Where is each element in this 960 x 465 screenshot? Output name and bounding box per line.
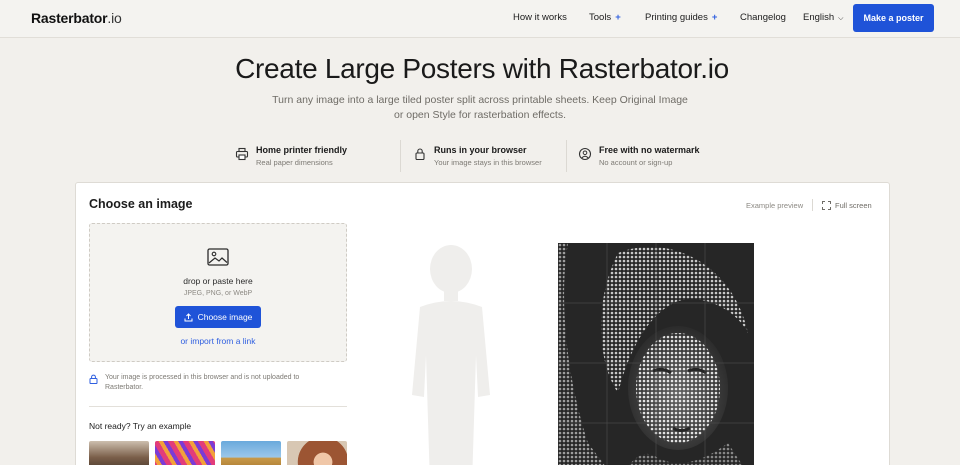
example-thumb-portrait[interactable]	[287, 441, 347, 465]
fullscreen-icon	[822, 200, 831, 210]
choose-image-button[interactable]: Choose image	[175, 306, 261, 328]
nav-tools[interactable]: Tools +	[589, 12, 621, 23]
page-subtitle: Turn any image into a large tiled poster…	[272, 94, 688, 121]
feature-title: Home printer friendly	[256, 145, 348, 155]
feature-title: Free with no watermark	[599, 145, 700, 155]
feature-subtitle: No account or sign-up	[599, 158, 673, 167]
nav-label: Printing guides	[645, 12, 708, 23]
nav-changelog[interactable]: Changelog	[740, 12, 786, 23]
feature-divider	[400, 140, 401, 172]
chevron-down-icon: ⌵	[838, 15, 844, 22]
nav-how-it-works[interactable]: How it works	[513, 12, 567, 23]
person-silhouette	[412, 245, 490, 465]
badge-icon	[578, 147, 592, 161]
language-select[interactable]: English ⌵	[803, 12, 843, 23]
page-title: Create Large Posters with Rasterbator.io	[235, 53, 729, 84]
language-label: English	[803, 12, 835, 23]
full-screen-label: Full screen	[835, 200, 872, 210]
nav-label: Changelog	[740, 12, 786, 23]
printer-icon	[235, 147, 249, 161]
import-from-link[interactable]: or import from a link	[90, 336, 346, 346]
card-title: Choose an image	[89, 197, 193, 211]
drop-zone-title: drop or paste here	[183, 276, 253, 286]
logo-name: Rasterbator	[31, 10, 108, 26]
preview-divider	[812, 199, 813, 211]
example-thumb-colorful-pattern[interactable]	[155, 441, 215, 465]
feature-subtitle: Your image stays in this browser	[434, 158, 542, 167]
browser-lock-icon	[415, 148, 425, 161]
lock-icon	[89, 374, 98, 384]
logo[interactable]: Rasterbator.io	[31, 10, 122, 26]
choose-image-label: Choose image	[197, 312, 253, 322]
image-icon	[207, 248, 229, 266]
feature-title: Runs in your browser	[434, 145, 527, 155]
logo-tld: .io	[107, 10, 122, 26]
example-preview-label: Example preview	[746, 201, 804, 210]
examples-title: Not ready? Try an example	[89, 421, 192, 431]
make-poster-button[interactable]: Make a poster	[853, 4, 934, 32]
privacy-text: Your image is processed in this browser …	[105, 374, 300, 391]
feature-divider	[566, 140, 567, 172]
image-chooser-card: Choose an image Example preview Full scr…	[75, 182, 890, 465]
nav-printing-guides[interactable]: Printing guides +	[645, 12, 717, 23]
drop-zone-formats: JPEG, PNG, or WebP	[183, 290, 253, 297]
nav-label: How it works	[513, 12, 567, 23]
plus-icon: +	[615, 12, 621, 23]
plus-icon: +	[711, 12, 718, 23]
drop-zone[interactable]: drop or paste here JPEG, PNG, or WebP Ch…	[89, 223, 347, 362]
full-screen-button[interactable]: Full screen	[822, 199, 872, 211]
example-thumb-hay-bale[interactable]	[221, 441, 281, 465]
poster-preview	[558, 243, 754, 465]
section-divider	[89, 406, 347, 407]
example-thumb-crowd[interactable]	[89, 441, 149, 465]
top-navigation-bar: Rasterbator.io How it works Tools + Print…	[0, 0, 960, 38]
upload-icon	[184, 312, 193, 321]
feature-subtitle: Real paper dimensions	[256, 158, 333, 167]
nav-label: Tools	[589, 12, 612, 23]
